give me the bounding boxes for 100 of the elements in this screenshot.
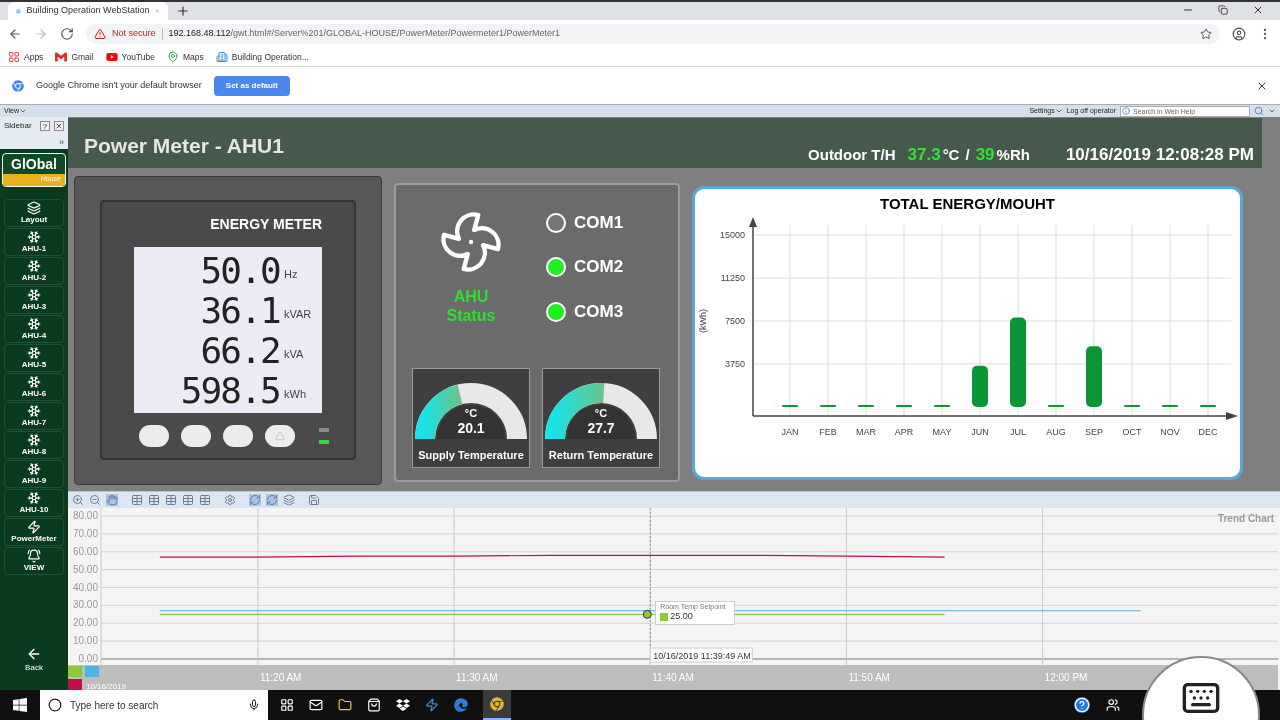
layers-icon[interactable]: [283, 494, 295, 506]
y-tick-label: 0.00: [78, 653, 98, 664]
meter-button[interactable]: [265, 425, 295, 448]
bag-icon[interactable]: [367, 698, 381, 712]
lcd-value: 598.5: [180, 372, 280, 411]
y-axis-label: (kWh): [697, 309, 708, 334]
search-icon[interactable]: [1254, 106, 1264, 116]
tooltip-value: 25.00: [670, 611, 693, 622]
star-icon[interactable]: [1200, 28, 1212, 40]
caret-icon[interactable]: [1268, 107, 1276, 115]
microphone-icon[interactable]: [248, 699, 260, 711]
sidebar-item[interactable]: AHU-4: [4, 315, 64, 343]
close-icon[interactable]: [1252, 4, 1264, 16]
bookmark[interactable]: Apps: [8, 50, 44, 64]
sidebar-item[interactable]: AHU-7: [4, 402, 64, 430]
sidebar-item[interactable]: AHU-5: [4, 344, 64, 372]
table-icon[interactable]: [148, 494, 160, 506]
gauge-label: Supply Temperature: [418, 447, 524, 463]
sidebar-item[interactable]: AHU-8: [4, 431, 64, 459]
settings-icon[interactable]: [224, 494, 236, 506]
back-button[interactable]: Back: [24, 646, 44, 674]
page-title: Power Meter - AHU1: [84, 133, 284, 159]
people-icon[interactable]: [1106, 698, 1120, 712]
sidebar-item[interactable]: AHU-1: [4, 228, 64, 256]
temperature-unit: °C: [942, 145, 960, 165]
snowflake-icon: [27, 404, 41, 418]
zoom-out-icon[interactable]: [89, 494, 101, 506]
snowflake-icon: [27, 259, 41, 273]
layers-icon: [27, 201, 41, 215]
sidebar-item[interactable]: AHU-10: [4, 489, 64, 517]
y-tick-label: 7500: [724, 316, 745, 327]
restore-icon[interactable]: [1218, 5, 1228, 15]
lcd-value: 50.0: [200, 252, 280, 291]
gauge-label: Return Temperature: [548, 447, 654, 463]
bookmark[interactable]: Maps: [167, 50, 204, 64]
chrome-taskbar-button[interactable]: [483, 690, 511, 720]
chart-title: Trend Chart: [1217, 513, 1274, 524]
sidebar-item[interactable]: VIEW: [4, 547, 64, 575]
address-field[interactable]: Not secure 192.168.48.112/gwt.html#/Server%201/GLOBAL-HOUSE/PowerMeter/Powermeter1/PowerMeter1: [86, 24, 1220, 44]
snowflake-icon: [27, 230, 41, 244]
meter-button[interactable]: [139, 425, 169, 448]
meter-button[interactable]: [223, 425, 253, 448]
y-tick-label: 10.00: [72, 635, 98, 647]
sidebar-item[interactable]: AHU-2: [4, 257, 64, 285]
lcd-value: 66.2: [200, 332, 280, 371]
table-icon[interactable]: [199, 494, 211, 506]
sidebar-item[interactable]: PowerMeter: [4, 518, 64, 546]
back-icon[interactable]: [8, 27, 22, 41]
sidebar-item[interactable]: AHU-9: [4, 460, 64, 488]
bookmark[interactable]: YouTube: [105, 50, 155, 64]
lcd-unit: Hz: [283, 266, 299, 282]
lightning-icon: [27, 520, 41, 534]
com-label: COM1: [574, 211, 624, 234]
triangle-icon: [275, 431, 285, 442]
apps-icon: [8, 51, 20, 63]
bookmark[interactable]: Gmail: [55, 50, 94, 64]
browser-tab[interactable]: Building Operation WebStation: [8, 2, 168, 20]
y-tick-label: 40.00: [72, 581, 98, 593]
taskbar-search-field[interactable]: Type here to search: [40, 690, 268, 720]
profile-icon[interactable]: [1232, 27, 1246, 41]
set-default-button[interactable]: Set as default: [213, 75, 290, 96]
meter-button[interactable]: [181, 425, 211, 448]
help-icon[interactable]: [1074, 697, 1090, 713]
save-icon[interactable]: [308, 494, 320, 506]
task-view-icon[interactable]: [280, 698, 294, 712]
x-tick-label: MAY: [932, 427, 951, 438]
table-icon[interactable]: [165, 494, 177, 506]
lcd-unit: kWh: [283, 386, 307, 402]
sidebar-item[interactable]: Layout: [4, 199, 64, 227]
x-tick-label: SEP: [1084, 427, 1103, 438]
caret-icon: [19, 107, 28, 115]
x-tick-label: 11:30 AM: [456, 672, 498, 683]
bookmark[interactable]: Building Operation...: [215, 50, 309, 64]
table-icon[interactable]: [131, 494, 143, 506]
mail-icon[interactable]: [309, 698, 323, 712]
lightning-icon[interactable]: [425, 698, 439, 712]
edge-icon[interactable]: [454, 698, 468, 712]
sidebar-item[interactable]: AHU-6: [4, 373, 64, 401]
new-tab-icon[interactable]: [176, 4, 190, 18]
folder-icon[interactable]: [338, 698, 352, 712]
sidebar-item[interactable]: AHU-3: [4, 286, 64, 314]
close-button[interactable]: [54, 121, 64, 131]
zoom-in-icon[interactable]: [72, 494, 84, 506]
table-icon[interactable]: [182, 494, 194, 506]
y-tick-label: 80.00: [72, 510, 98, 521]
com-label: COM3: [574, 300, 624, 323]
browser-logo-icon: [490, 697, 504, 711]
windows-logo-icon[interactable]: [12, 697, 28, 713]
x-tick-label: JUL: [1009, 427, 1026, 438]
close-icon: [55, 122, 63, 130]
y-tick-label: 11250: [720, 273, 745, 284]
bar: [971, 366, 988, 408]
separator: /: [965, 145, 970, 165]
y-tick-label: 50.00: [72, 563, 98, 575]
snowflake-icon: [27, 462, 41, 476]
expand-button[interactable]: »: [59, 137, 64, 147]
box-icon[interactable]: [396, 698, 410, 712]
snowflake-icon: [27, 433, 41, 447]
url-text: 192.168.48.112/gwt.html#/Server%201/GLOBAL-HOUSE/PowerMeter/Powermeter1/PowerMeter1: [168, 27, 561, 41]
reload-icon[interactable]: [60, 27, 74, 41]
